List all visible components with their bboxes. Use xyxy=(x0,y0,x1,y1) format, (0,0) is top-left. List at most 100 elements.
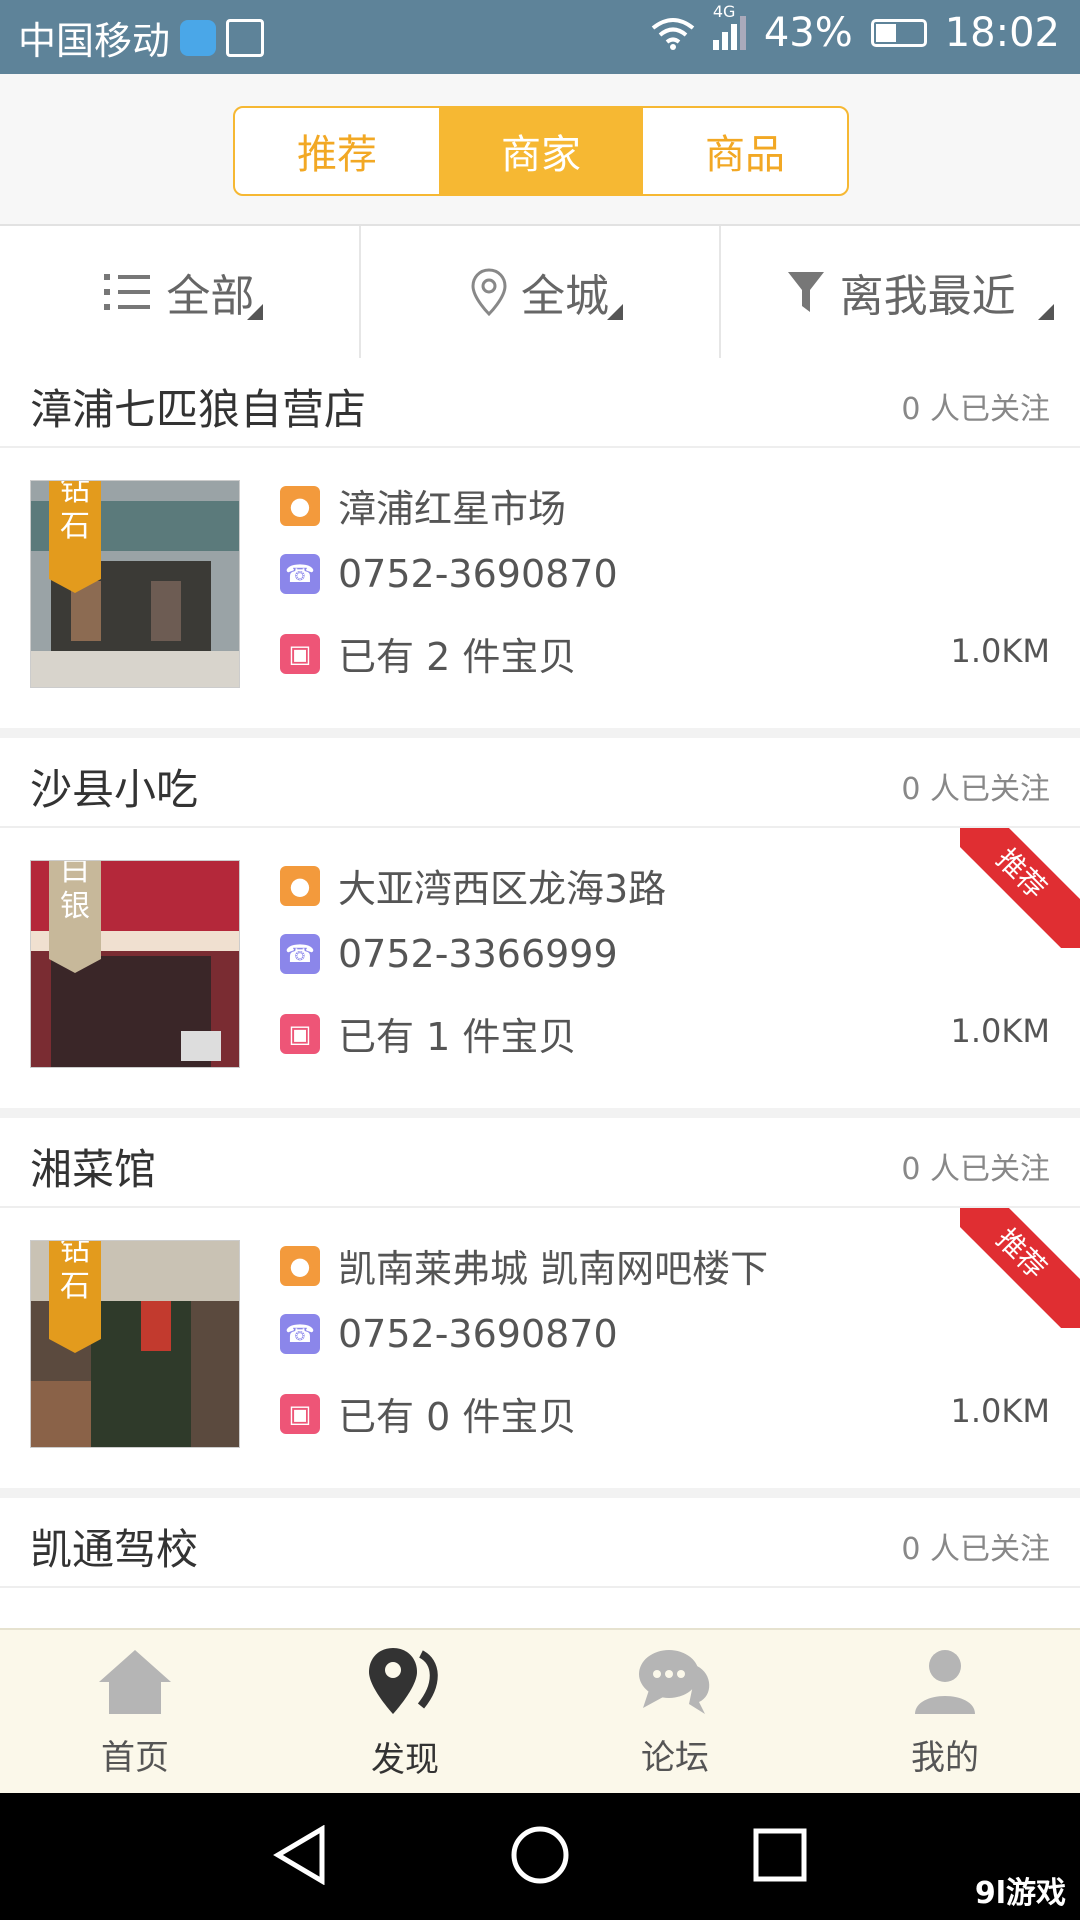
items-row: ▣ 已有 0 件宝贝 xyxy=(280,1386,576,1441)
status-bar: 中国移动 4G 43% 18:02 xyxy=(0,0,1080,74)
carrier-label: 中国移动 xyxy=(18,19,171,63)
tab-profile[interactable]: 我的 xyxy=(810,1630,1080,1795)
address-row: ● 漳浦红星市场 xyxy=(280,478,566,533)
image-notification-icon xyxy=(226,18,265,57)
follower-count: 0 人已关注 xyxy=(901,1532,1050,1567)
segment-products[interactable]: 商品 xyxy=(643,108,847,194)
signal-icon: 4G xyxy=(712,2,746,50)
bottom-tab-bar: 首页 发现 论坛 我的 xyxy=(0,1628,1080,1795)
watermark-logo: 9l游戏 xyxy=(974,1876,1066,1911)
network-type: 4G xyxy=(712,2,736,21)
back-icon[interactable] xyxy=(272,1825,328,1885)
shop-items: 已有 1 件宝贝 xyxy=(338,1015,577,1059)
recents-icon[interactable] xyxy=(752,1825,808,1885)
list-icon xyxy=(104,274,151,310)
items-row: ▣ 已有 2 件宝贝 xyxy=(280,626,576,681)
phone-icon: ☎ xyxy=(280,554,320,594)
divider xyxy=(0,1488,1080,1498)
filter-sort-label: 离我最近 xyxy=(839,271,1016,322)
shop-address: 凯南莱弗城 凯南网吧楼下 xyxy=(338,1247,769,1291)
discover-icon xyxy=(369,1648,438,1714)
shop-photo: 钻石 xyxy=(30,480,240,688)
recommended-ribbon: 推荐 xyxy=(960,1208,1080,1328)
dropdown-caret-icon xyxy=(1038,304,1055,320)
follower-count: 0 人已关注 xyxy=(901,392,1050,427)
wifi-icon xyxy=(651,18,695,50)
battery-icon xyxy=(870,19,927,47)
battery-percent: 43% xyxy=(763,10,853,56)
recommended-ribbon: 推荐 xyxy=(960,828,1080,948)
gift-icon: ▣ xyxy=(280,1013,320,1054)
shop-phone: 0752-3690870 xyxy=(338,1312,618,1356)
shop-phone: 0752-3366999 xyxy=(338,932,618,976)
filter-bar: 全部 全城 离我最近 xyxy=(0,226,1080,360)
shop-header: 沙县小吃 0 人已关注 xyxy=(0,738,1080,828)
address-icon: ● xyxy=(280,485,320,526)
filter-sort[interactable]: 离我最近 xyxy=(721,226,1080,358)
shop-header: 湘菜馆 0 人已关注 xyxy=(0,1118,1080,1208)
shop-name: 凯通驾校 xyxy=(30,1525,199,1574)
shop-body: 钻石 ● 漳浦红星市场 ☎ 0752-3690870 ▣ 已有 2 件宝贝 1.… xyxy=(0,448,1080,728)
shop-card[interactable]: 漳浦七匹狼自营店 0 人已关注 钻石 ● 漳浦红星市场 ☎ 0752-36908… xyxy=(0,358,1080,738)
shop-photo: 钻石 xyxy=(30,1240,240,1448)
filter-category[interactable]: 全部 xyxy=(0,226,361,358)
segment-control: 推荐 商家 商品 xyxy=(233,106,849,196)
gift-icon: ▣ xyxy=(280,1393,320,1434)
filter-area-label: 全城 xyxy=(521,271,609,322)
tab-forum-label: 论坛 xyxy=(641,1738,709,1778)
follower-count: 0 人已关注 xyxy=(901,772,1050,807)
home-icon xyxy=(99,1650,171,1714)
shop-address: 大亚湾西区龙海3路 xyxy=(338,867,667,911)
rank-badge: 白银 xyxy=(49,861,101,973)
shop-distance: 1.0KM xyxy=(950,1012,1050,1050)
dropdown-caret-icon xyxy=(607,304,624,320)
segment-merchants[interactable]: 商家 xyxy=(439,108,643,194)
phone-icon: ☎ xyxy=(280,1314,320,1354)
dropdown-caret-icon xyxy=(246,304,263,320)
shop-card[interactable]: 湘菜馆 0 人已关注 推荐 钻石 ● 凯南莱弗城 凯南网吧楼下 ☎ 0752-3… xyxy=(0,1118,1080,1498)
location-pin-icon xyxy=(471,268,507,316)
shop-header: 漳浦七匹狼自营店 0 人已关注 xyxy=(0,358,1080,448)
shop-distance: 1.0KM xyxy=(950,1392,1050,1430)
shop-body: 推荐 白银 ● 大亚湾西区龙海3路 ☎ 0752-3366999 ▣ 已有 1 … xyxy=(0,828,1080,1108)
address-icon: ● xyxy=(280,1245,320,1286)
system-nav-bar: 9l游戏 xyxy=(0,1793,1080,1920)
shop-photo: 白银 xyxy=(30,860,240,1068)
shop-items: 已有 0 件宝贝 xyxy=(338,1395,577,1439)
profile-icon xyxy=(915,1650,975,1714)
home-circle-icon[interactable] xyxy=(510,1825,570,1885)
items-row: ▣ 已有 1 件宝贝 xyxy=(280,1006,576,1061)
tab-home[interactable]: 首页 xyxy=(0,1630,270,1795)
tab-discover[interactable]: 发现 xyxy=(270,1630,540,1795)
shop-name: 沙县小吃 xyxy=(30,765,199,814)
shop-name: 湘菜馆 xyxy=(30,1145,157,1194)
gift-icon: ▣ xyxy=(280,633,320,674)
phone-icon: ☎ xyxy=(280,934,320,974)
shop-phone: 0752-3690870 xyxy=(338,552,618,596)
filter-category-label: 全部 xyxy=(166,271,255,322)
shop-body: 推荐 钻石 ● 凯南莱弗城 凯南网吧楼下 ☎ 0752-3690870 ▣ 已有… xyxy=(0,1208,1080,1488)
divider xyxy=(0,728,1080,738)
shop-list: 漳浦七匹狼自营店 0 人已关注 钻石 ● 漳浦红星市场 ☎ 0752-36908… xyxy=(0,358,1080,1588)
tab-forum[interactable]: 论坛 xyxy=(540,1630,810,1795)
recommended-label: 推荐 xyxy=(960,1208,1080,1328)
top-bar: 推荐 商家 商品 xyxy=(0,74,1080,226)
address-row: ● 凯南莱弗城 凯南网吧楼下 xyxy=(280,1238,768,1293)
segment-recommend[interactable]: 推荐 xyxy=(235,108,439,194)
phone-row[interactable]: ☎ 0752-3690870 xyxy=(280,1312,618,1356)
follower-count: 0 人已关注 xyxy=(901,1152,1050,1187)
shop-name: 漳浦七匹狼自营店 xyxy=(30,385,367,434)
tab-profile-label: 我的 xyxy=(911,1738,979,1778)
shop-card[interactable]: 凯通驾校 0 人已关注 xyxy=(0,1498,1080,1588)
phone-row[interactable]: ☎ 0752-3690870 xyxy=(280,552,618,596)
forum-icon xyxy=(639,1650,710,1714)
rank-badge: 钻石 xyxy=(49,481,101,593)
tab-discover-label: 发现 xyxy=(371,1740,439,1780)
phone-row[interactable]: ☎ 0752-3366999 xyxy=(280,932,618,976)
filter-area[interactable]: 全城 xyxy=(361,226,722,358)
recommended-label: 推荐 xyxy=(960,828,1080,948)
clock: 18:02 xyxy=(944,10,1060,56)
address-row: ● 大亚湾西区龙海3路 xyxy=(280,858,666,913)
shop-card[interactable]: 沙县小吃 0 人已关注 推荐 白银 ● 大亚湾西区龙海3路 ☎ 0752-336… xyxy=(0,738,1080,1118)
divider xyxy=(0,1108,1080,1118)
